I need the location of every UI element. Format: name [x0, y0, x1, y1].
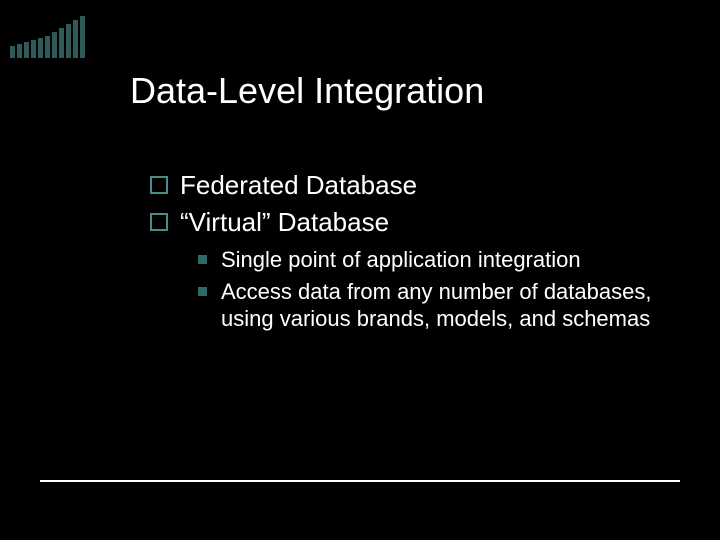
sub-bullet-text: Access data from any number of databases…	[221, 278, 660, 333]
divider-line	[40, 480, 680, 482]
slide: Data-Level Integration Federated Databas…	[0, 0, 720, 540]
square-bullet-icon	[198, 287, 207, 296]
sub-bullet-item: Access data from any number of databases…	[198, 278, 660, 333]
bullet-text: Federated Database	[180, 170, 417, 201]
slide-title: Data-Level Integration	[130, 70, 484, 112]
bullet-item: “Virtual” Database	[150, 207, 660, 238]
sub-bullet-item: Single point of application integration	[198, 246, 660, 274]
checkbox-bullet-icon	[150, 213, 168, 231]
sub-bullet-group: Single point of application integration …	[198, 246, 660, 333]
bullet-text: “Virtual” Database	[180, 207, 389, 238]
square-bullet-icon	[198, 255, 207, 264]
sub-bullet-text: Single point of application integration	[221, 246, 581, 274]
content-area: Federated Database “Virtual” Database Si…	[150, 170, 660, 337]
checkbox-bullet-icon	[150, 176, 168, 194]
corner-bars-decoration	[0, 16, 85, 58]
bullet-item: Federated Database	[150, 170, 660, 201]
